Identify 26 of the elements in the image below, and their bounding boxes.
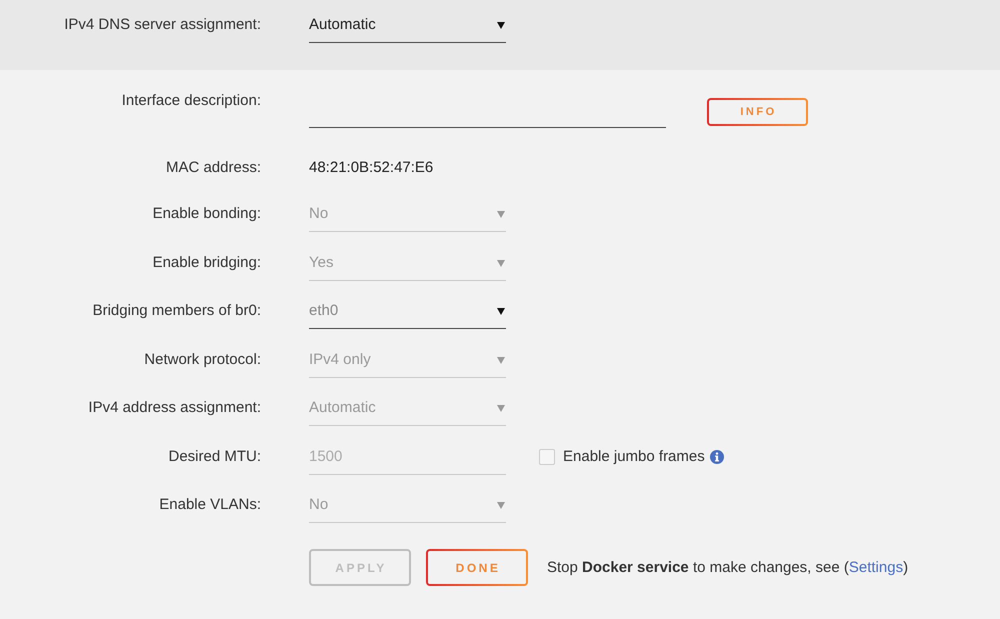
field-label: Network protocol:	[143, 350, 261, 370]
checkbox-label: Enable jumbo frames	[563, 446, 705, 466]
dropdown-field[interactable]: Automatic	[309, 15, 506, 43]
caret-icon	[497, 405, 505, 412]
field-label: Desired MTU:	[167, 446, 261, 466]
caret-icon	[497, 260, 505, 266]
field-label: Enable VLANs:	[158, 495, 261, 515]
done-button[interactable]: DONE	[426, 549, 528, 586]
caret-icon	[497, 356, 505, 364]
field-label: Enable bonding:	[152, 204, 261, 224]
field-label: MAC address:	[164, 158, 261, 178]
docker-note: Stop Docker service to make changes, see (Settings)	[547, 558, 908, 578]
info-icon[interactable]	[710, 450, 724, 464]
caret-icon	[497, 22, 505, 29]
dropdown-field[interactable]: eth0	[309, 301, 506, 329]
field-label: Bridging members of br0:	[92, 301, 261, 321]
mac-value: 48:21:0B:52:47:E6	[309, 158, 434, 178]
info-button[interactable]: INFO	[707, 98, 808, 126]
field-label: IPv4 DNS server assignment:	[63, 15, 261, 35]
field-label: IPv4 address assignment:	[87, 398, 261, 418]
field-label: Enable bridging:	[152, 252, 261, 272]
caret-icon	[497, 308, 505, 315]
settings-link[interactable]: Settings	[848, 558, 904, 576]
field-label: Interface description:	[120, 91, 261, 111]
caret-icon	[497, 502, 505, 509]
caret-icon	[497, 211, 505, 218]
